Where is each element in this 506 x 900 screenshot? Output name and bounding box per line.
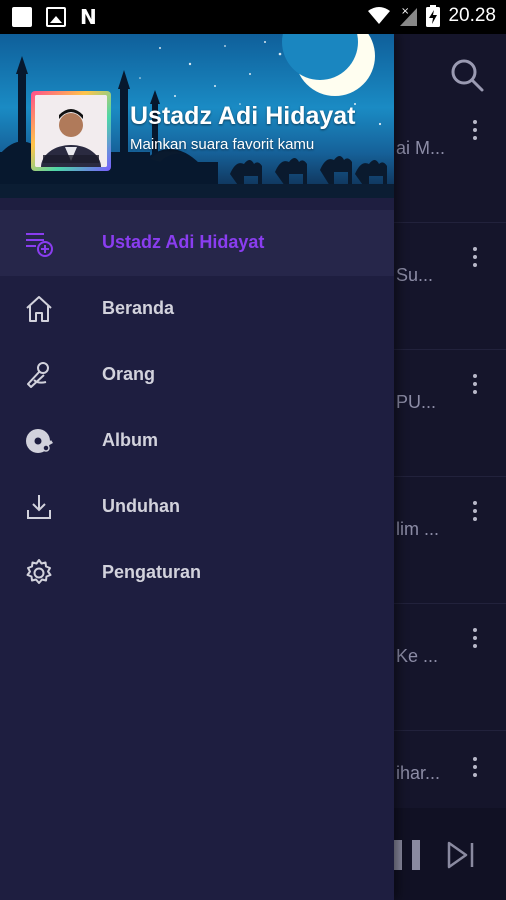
more-options-icon[interactable] — [468, 374, 482, 400]
drawer-item-unduhan[interactable]: Unduhan — [0, 474, 394, 540]
home-icon — [26, 296, 52, 322]
album-icon — [26, 429, 53, 453]
drawer-item-label: Orang — [102, 364, 156, 384]
drawer-item-album[interactable]: Album — [0, 408, 394, 474]
n-app-icon: N — [80, 5, 97, 29]
clock: 20.28 — [448, 5, 496, 26]
drawer-item-pengaturan[interactable]: Pengaturan — [0, 540, 394, 606]
more-options-icon[interactable] — [468, 757, 482, 783]
drawer-header: Ustadz Adi Hidayat Mainkan suara favorit… — [0, 34, 394, 198]
skip-next-icon[interactable] — [446, 840, 476, 870]
download-icon — [27, 495, 51, 519]
wifi-icon — [368, 7, 391, 24]
svg-text:×: × — [401, 6, 409, 17]
ustadz-portrait-image — [35, 95, 107, 167]
drawer-item-label: Beranda — [102, 298, 175, 318]
drawer-header-title: Ustadz Adi Hidayat — [130, 102, 356, 130]
drawer-item-label: Unduhan — [102, 496, 180, 516]
drawer-item-label: Album — [102, 430, 158, 450]
more-options-icon[interactable] — [468, 247, 482, 273]
status-bar: N × 20.28 — [0, 0, 506, 34]
playlist-add-icon — [26, 233, 53, 257]
navigation-drawer: Ustadz Adi Hidayat Mainkan suara favorit… — [0, 34, 394, 900]
list-item-title: lim ... — [396, 519, 439, 539]
drawer-item-label: Ustadz Adi Hidayat — [102, 232, 265, 252]
notification-square-icon — [12, 7, 32, 27]
battery-charging-icon — [426, 5, 441, 27]
image-icon — [46, 7, 66, 27]
settings-icon — [26, 559, 52, 584]
list-item-title: PU... — [396, 392, 437, 412]
avatar — [31, 91, 111, 171]
search-icon[interactable] — [449, 57, 485, 93]
artist-icon — [27, 362, 49, 388]
more-options-icon[interactable] — [468, 628, 482, 654]
drawer-menu: Ustadz Adi Hidayat Beranda Orang Album U… — [0, 210, 394, 606]
list-item-title: ihar... — [396, 763, 441, 783]
signal-off-icon: × — [400, 6, 418, 26]
pause-icon[interactable] — [394, 840, 422, 870]
more-options-icon[interactable] — [468, 120, 482, 146]
drawer-item-ustadz-adi-hidayat[interactable]: Ustadz Adi Hidayat — [0, 210, 394, 276]
list-item-title: ai M... — [396, 138, 446, 158]
list-item-title: Ke ... — [396, 646, 439, 666]
more-options-icon[interactable] — [468, 501, 482, 527]
drawer-item-orang[interactable]: Orang — [0, 342, 394, 408]
drawer-item-label: Pengaturan — [102, 562, 202, 582]
drawer-header-subtitle: Mainkan suara favorit kamu — [130, 136, 315, 153]
drawer-item-beranda[interactable]: Beranda — [0, 276, 394, 342]
list-item-title: Su... — [396, 265, 434, 285]
